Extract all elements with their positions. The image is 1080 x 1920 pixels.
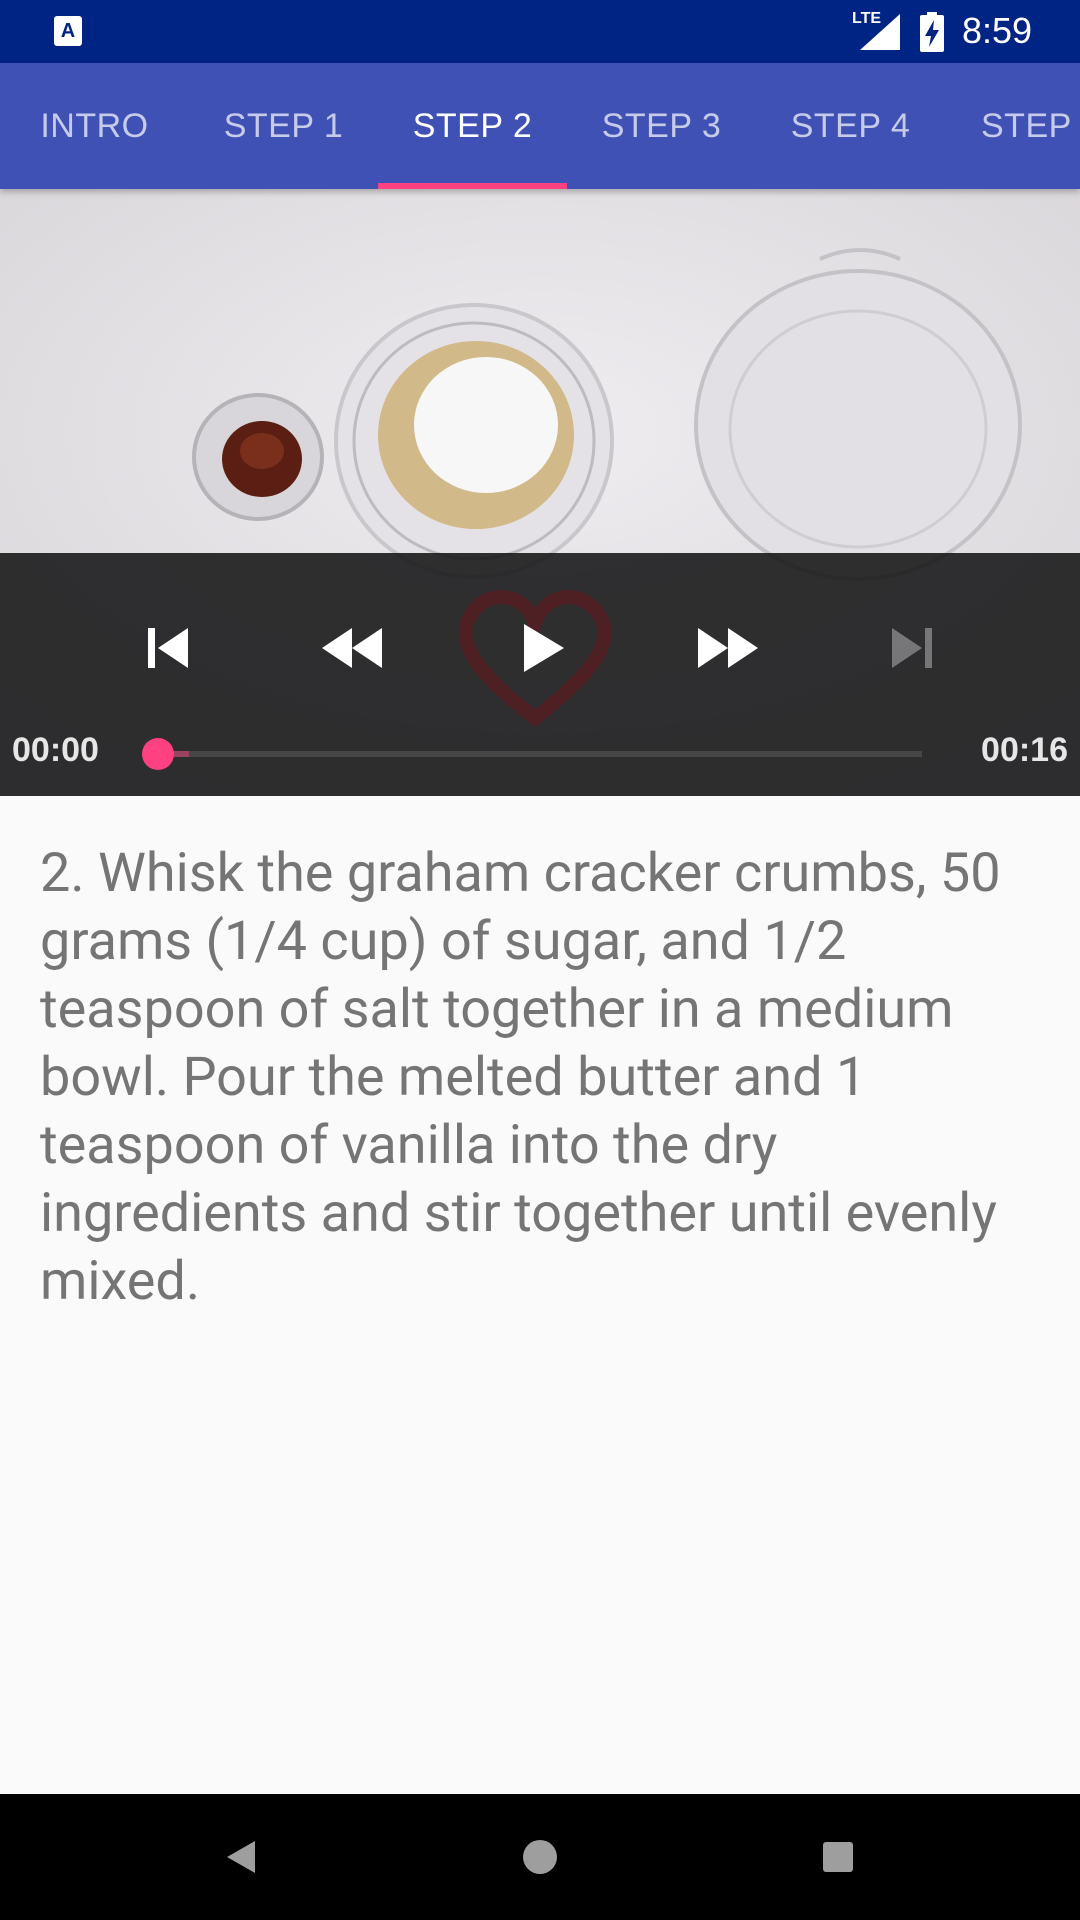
recents-button[interactable] bbox=[805, 1824, 871, 1890]
rewind-button[interactable] bbox=[312, 613, 392, 683]
duration-time: 00:16 bbox=[981, 731, 1068, 769]
skip-next-button[interactable] bbox=[872, 613, 952, 683]
step-tab-bar: INTRO STEP 1 STEP 2 STEP 3 STEP 4 STEP bbox=[0, 63, 1080, 189]
fast-forward-button[interactable] bbox=[688, 613, 768, 683]
home-button[interactable] bbox=[507, 1824, 573, 1890]
step-description: 2. Whisk the graham cracker crumbs, 50 g… bbox=[40, 842, 1001, 1313]
scrubber-thumb[interactable] bbox=[142, 738, 174, 770]
rewind-icon bbox=[322, 628, 382, 668]
active-tab-indicator bbox=[378, 183, 567, 189]
tab-step-3[interactable]: STEP 3 bbox=[567, 63, 756, 189]
recents-icon bbox=[823, 1842, 853, 1872]
clock: 8:59 bbox=[962, 10, 1033, 51]
video-player[interactable]: 00:00 00:16 bbox=[0, 189, 1080, 796]
current-time: 00:00 bbox=[12, 731, 99, 769]
tab-step-5[interactable]: STEP bbox=[945, 63, 1080, 189]
home-icon bbox=[523, 1840, 557, 1874]
tab-intro[interactable]: INTRO bbox=[0, 63, 189, 189]
tab-step-2[interactable]: STEP 2 bbox=[378, 63, 567, 189]
player-controls: 00:00 00:16 bbox=[0, 553, 1080, 796]
back-icon bbox=[227, 1841, 255, 1873]
play-icon bbox=[524, 624, 564, 672]
skip-previous-button[interactable] bbox=[128, 613, 208, 683]
back-button[interactable] bbox=[208, 1824, 274, 1890]
battery-charging-icon bbox=[920, 12, 944, 52]
tab-step-1[interactable]: STEP 1 bbox=[189, 63, 378, 189]
navigation-bar bbox=[0, 1794, 1080, 1920]
skip-previous-icon bbox=[148, 628, 188, 668]
signal-icon bbox=[860, 14, 900, 50]
progress-bar[interactable] bbox=[142, 738, 922, 770]
play-button[interactable] bbox=[504, 613, 584, 683]
app-notification-icon: A bbox=[54, 16, 82, 46]
fast-forward-icon bbox=[698, 628, 758, 668]
status-bar: A LTE 8:59 bbox=[0, 0, 1080, 63]
tab-step-4[interactable]: STEP 4 bbox=[756, 63, 945, 189]
skip-next-icon bbox=[892, 628, 932, 668]
